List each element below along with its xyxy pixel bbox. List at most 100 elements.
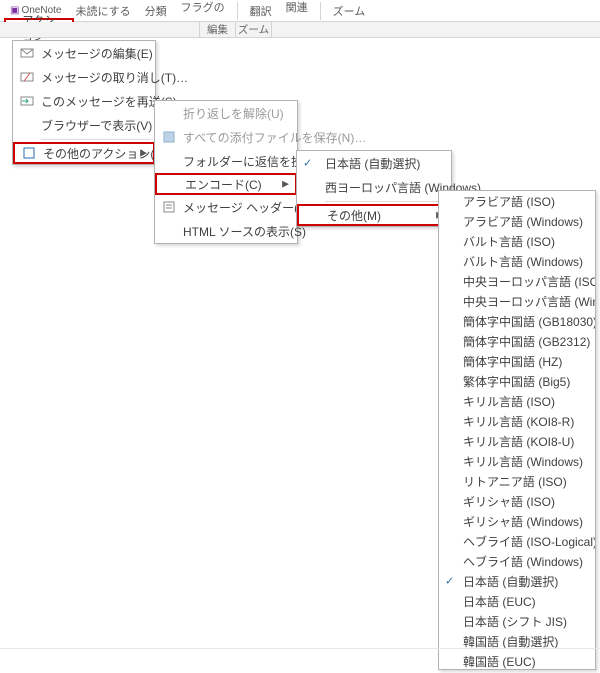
encoding-option-label: バルト言語 (Windows) xyxy=(463,253,583,270)
encoding-option-label: 簡体字中国語 (GB18030) xyxy=(463,313,596,330)
menu-enc-other[interactable]: その他(M) ▶ xyxy=(297,204,451,226)
menu-recall-message-label: メッセージの取り消し(T)… xyxy=(41,69,188,86)
encoding-option[interactable]: 繁体字中国語 (Big5) xyxy=(439,371,595,391)
encoding-option[interactable]: キリル言語 (Windows) xyxy=(439,451,595,471)
encoding-option[interactable]: 簡体字中国語 (GB2312) xyxy=(439,331,595,351)
encoding-option-label: キリル言語 (KOI8-U) xyxy=(463,433,574,450)
menu-edit-message[interactable]: メッセージの編集(E) xyxy=(13,41,155,65)
ribbon-translate[interactable]: 翻訳 xyxy=(244,2,278,20)
menu-other-actions-label: その他のアクション(O) xyxy=(43,145,168,162)
group-blank xyxy=(0,22,200,37)
ribbon-classify[interactable]: 分類 xyxy=(139,2,173,20)
encoding-option-label: アラビア語 (ISO) xyxy=(463,193,555,210)
encoding-option[interactable]: キリル言語 (KOI8-U) xyxy=(439,431,595,451)
menu-separator xyxy=(41,139,151,140)
encoding-option-label: ヘブライ語 (ISO-Logical) xyxy=(463,533,596,550)
encoding-option[interactable]: 簡体字中国語 (GB18030) xyxy=(439,311,595,331)
menu-enc-other-label: その他(M) xyxy=(327,207,381,224)
encoding-option-label: 日本語 (EUC) xyxy=(463,593,536,610)
encoding-option[interactable]: アラビア語 (ISO) xyxy=(439,191,595,211)
other-actions-icon xyxy=(21,145,37,161)
ribbon-related[interactable]: 関連 xyxy=(280,2,314,20)
encoding-list[interactable]: アラビア語 (ISO) アラビア語 (Windows) バルト言語 (ISO) バルト… xyxy=(438,190,596,670)
menu-resend-message[interactable]: このメッセージを再送(S)… xyxy=(13,89,155,113)
menu-unwrap-label: 折り返しを解除(U) xyxy=(183,105,284,122)
ribbon-unread[interactable]: 未読にする xyxy=(69,2,136,20)
recall-icon xyxy=(19,69,35,85)
encoding-option-label: 韓国語 (EUC) xyxy=(463,653,536,670)
menu-post-to-folder[interactable]: フォルダーに返信を投稿(D) xyxy=(155,149,297,173)
encoding-option[interactable]: リトアニア語 (ISO) xyxy=(439,471,595,491)
encoding-option-label: キリル言語 (Windows) xyxy=(463,453,583,470)
encoding-option[interactable]: キリル言語 (KOI8-R) xyxy=(439,411,595,431)
encoding-option-label: 繁体字中国語 (Big5) xyxy=(463,373,570,390)
check-icon: ✓ xyxy=(303,157,312,170)
actions-menu: メッセージの編集(E) メッセージの取り消し(T)… このメッセージを再送(S)… xyxy=(12,40,156,165)
encoding-option[interactable]: バルト言語 (Windows) xyxy=(439,251,595,271)
separator xyxy=(320,2,321,20)
encoding-option-label: ギリシャ語 (Windows) xyxy=(463,513,583,530)
menu-unwrap: 折り返しを解除(U) xyxy=(155,101,297,125)
menu-view-in-browser-label: ブラウザーで表示(V) xyxy=(41,117,152,134)
encoding-option[interactable]: キリル言語 (ISO) xyxy=(439,391,595,411)
other-actions-submenu: 折り返しを解除(U) すべての添付ファイルを保存(N)… フォルダーに返信を投稿… xyxy=(154,100,298,244)
group-edit: 編集 xyxy=(200,22,236,37)
encoding-option-label: 日本語 (シフト JIS) xyxy=(463,613,567,630)
ribbon-related-label: 関連 xyxy=(286,3,308,14)
menu-recall-message[interactable]: メッセージの取り消し(T)… xyxy=(13,65,155,89)
menu-enc-western-windows[interactable]: 西ヨーロッパ言語 (Windows) xyxy=(297,175,451,199)
encoding-option-label: 簡体字中国語 (GB2312) xyxy=(463,333,590,350)
menu-other-actions[interactable]: その他のアクション(O) ▶ xyxy=(13,142,155,164)
ribbon: ▣ OneNote 未読にする 分類 フラグの 翻訳 関連 ズーム xyxy=(0,0,600,22)
encoding-option[interactable]: アラビア語 (Windows) xyxy=(439,211,595,231)
menu-view-in-browser[interactable]: ブラウザーで表示(V) xyxy=(13,113,155,137)
encoding-option[interactable]: 日本語 (EUC) xyxy=(439,591,595,611)
encoding-option[interactable]: バルト言語 (ISO) xyxy=(439,231,595,251)
menu-html-source[interactable]: HTML ソースの表示(S) xyxy=(155,219,297,243)
menu-save-attachments: すべての添付ファイルを保存(N)… xyxy=(155,125,297,149)
encoding-option-label: ヘブライ語 (Windows) xyxy=(463,553,583,570)
encoding-option[interactable]: ヘブライ語 (ISO-Logical) xyxy=(439,531,595,551)
encoding-option[interactable]: ヘブライ語 (Windows) xyxy=(439,551,595,571)
check-icon: ✓ xyxy=(445,575,454,588)
menu-html-source-label: HTML ソースの表示(S) xyxy=(183,223,306,240)
menu-message-header-label: メッセージ ヘッダー(M) xyxy=(183,199,312,216)
edit-icon xyxy=(19,45,35,61)
onenote-icon: ▣ xyxy=(10,5,19,16)
encoding-option-label: アラビア語 (Windows) xyxy=(463,213,583,230)
group-zoom: ズーム xyxy=(236,22,272,37)
ribbon-groups: 編集 ズーム xyxy=(0,22,600,38)
resend-icon xyxy=(19,93,35,109)
header-icon xyxy=(161,199,177,215)
ribbon-zoom[interactable]: ズーム xyxy=(327,2,372,20)
menu-encoding[interactable]: エンコード(C) ▶ xyxy=(155,173,297,195)
menu-enc-jp-auto[interactable]: ✓ 日本語 (自動選択) xyxy=(297,151,451,175)
encoding-option-label: バルト言語 (ISO) xyxy=(463,233,555,250)
encoding-option[interactable]: 中央ヨーロッパ言語 (Windows) xyxy=(439,291,595,311)
encoding-option-label: 中央ヨーロッパ言語 (Windows) xyxy=(463,293,596,310)
menu-separator xyxy=(325,201,447,202)
submenu-arrow-icon: ▶ xyxy=(140,148,147,159)
menu-encoding-label: エンコード(C) xyxy=(185,176,262,193)
encoding-option-label: 簡体字中国語 (HZ) xyxy=(463,353,562,370)
encoding-option[interactable]: ギリシャ語 (Windows) xyxy=(439,511,595,531)
encoding-option[interactable]: 韓国語 (EUC) xyxy=(439,651,595,670)
encoding-option[interactable]: 中央ヨーロッパ言語 (ISO) xyxy=(439,271,595,291)
separator xyxy=(237,2,238,20)
encoding-option[interactable]: 日本語 (シフト JIS) xyxy=(439,611,595,631)
encoding-option-label: キリル言語 (ISO) xyxy=(463,393,555,410)
menu-enc-jp-auto-label: 日本語 (自動選択) xyxy=(325,155,420,172)
encoding-option[interactable]: ✓ 日本語 (自動選択) xyxy=(439,571,595,591)
encoding-submenu: ✓ 日本語 (自動選択) 西ヨーロッパ言語 (Windows) その他(M) ▶ xyxy=(296,150,452,227)
menu-save-attachments-label: すべての添付ファイルを保存(N)… xyxy=(183,129,366,146)
menu-message-header[interactable]: メッセージ ヘッダー(M) xyxy=(155,195,297,219)
encoding-option-label: 日本語 (自動選択) xyxy=(463,573,558,590)
ribbon-flag-label1: フラグの xyxy=(181,3,225,14)
encoding-option-label: ギリシャ語 (ISO) xyxy=(463,493,555,510)
encoding-option[interactable]: 簡体字中国語 (HZ) xyxy=(439,351,595,371)
encoding-option-label: 韓国語 (自動選択) xyxy=(463,633,558,650)
ribbon-flag[interactable]: フラグの xyxy=(175,2,231,20)
submenu-arrow-icon: ▶ xyxy=(282,179,289,190)
encoding-option[interactable]: ギリシャ語 (ISO) xyxy=(439,491,595,511)
menu-edit-message-label: メッセージの編集(E) xyxy=(41,45,153,62)
